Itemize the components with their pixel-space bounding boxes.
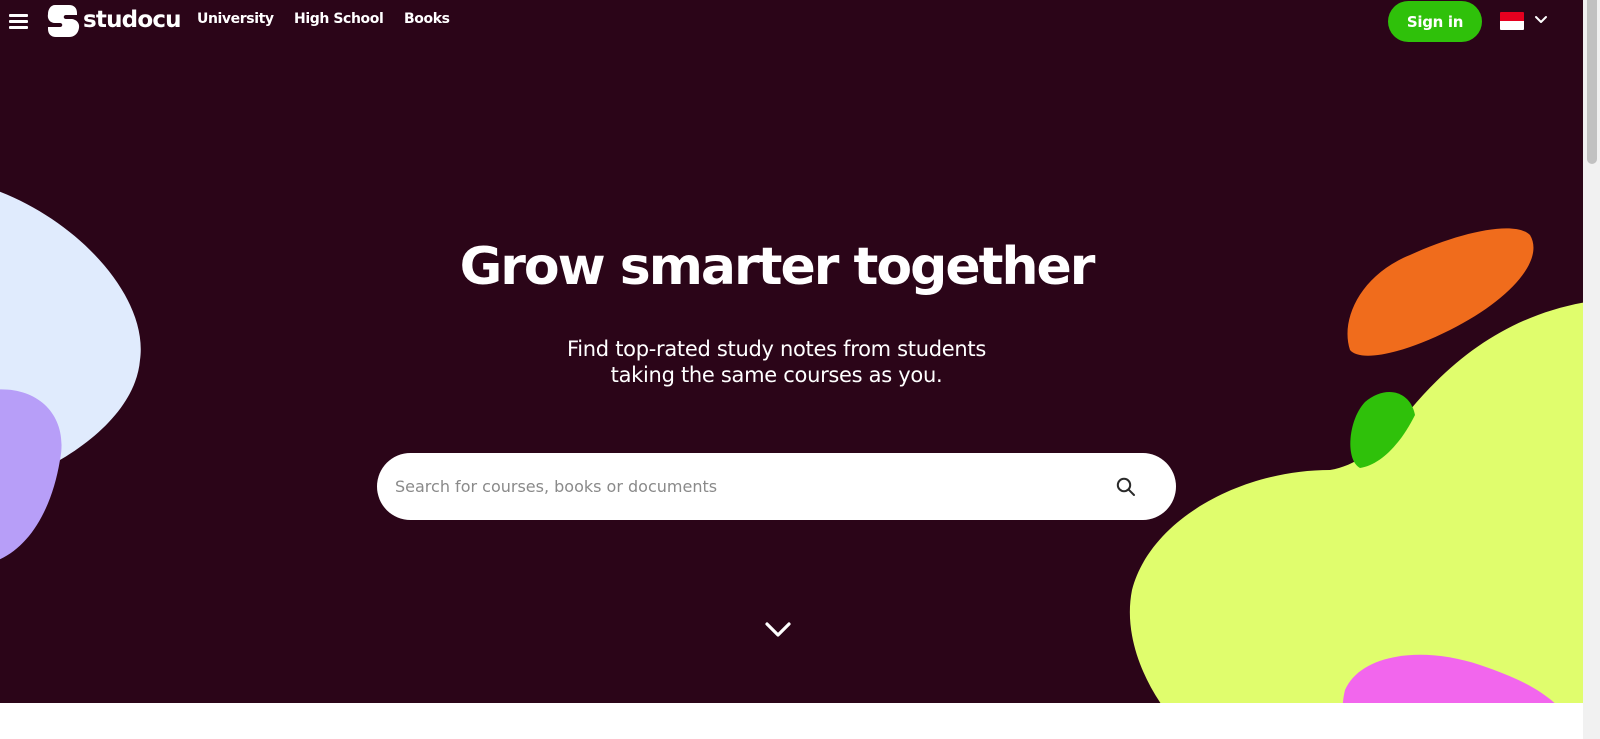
hamburger-menu-icon[interactable] bbox=[9, 12, 29, 30]
purple-blob bbox=[0, 389, 62, 560]
chevron-down-icon bbox=[1535, 16, 1547, 23]
sign-in-button[interactable]: Sign in bbox=[1388, 1, 1482, 42]
studocu-logo-icon bbox=[47, 5, 80, 37]
language-selector[interactable] bbox=[1500, 9, 1552, 33]
search-input[interactable] bbox=[395, 453, 1095, 520]
studocu-logo[interactable]: studocu bbox=[47, 3, 182, 39]
indonesia-flag-icon bbox=[1500, 12, 1524, 30]
hero-headline: Grow smarter together bbox=[459, 237, 1096, 297]
hero-subtitle-line-1: Find top-rated study notes from students bbox=[567, 337, 986, 361]
nav-link-university[interactable]: University bbox=[197, 11, 274, 27]
page: studocu University High School Books Sig… bbox=[0, 0, 1583, 739]
scrollbar-thumb[interactable] bbox=[1587, 0, 1597, 164]
search-icon[interactable] bbox=[1114, 475, 1138, 499]
hero-subtitle-line-2: taking the same courses as you. bbox=[610, 363, 943, 387]
nav-link-books[interactable]: Books bbox=[404, 11, 450, 27]
scroll-down-chevron-icon[interactable] bbox=[763, 617, 793, 643]
logo-wordmark: studocu bbox=[83, 6, 182, 33]
hero-section: studocu University High School Books Sig… bbox=[0, 0, 1583, 703]
top-navigation-bar: studocu University High School Books Sig… bbox=[0, 0, 1583, 44]
vertical-scrollbar[interactable] bbox=[1583, 0, 1600, 739]
search-bar bbox=[377, 453, 1176, 520]
nav-link-high-school[interactable]: High School bbox=[294, 11, 384, 27]
